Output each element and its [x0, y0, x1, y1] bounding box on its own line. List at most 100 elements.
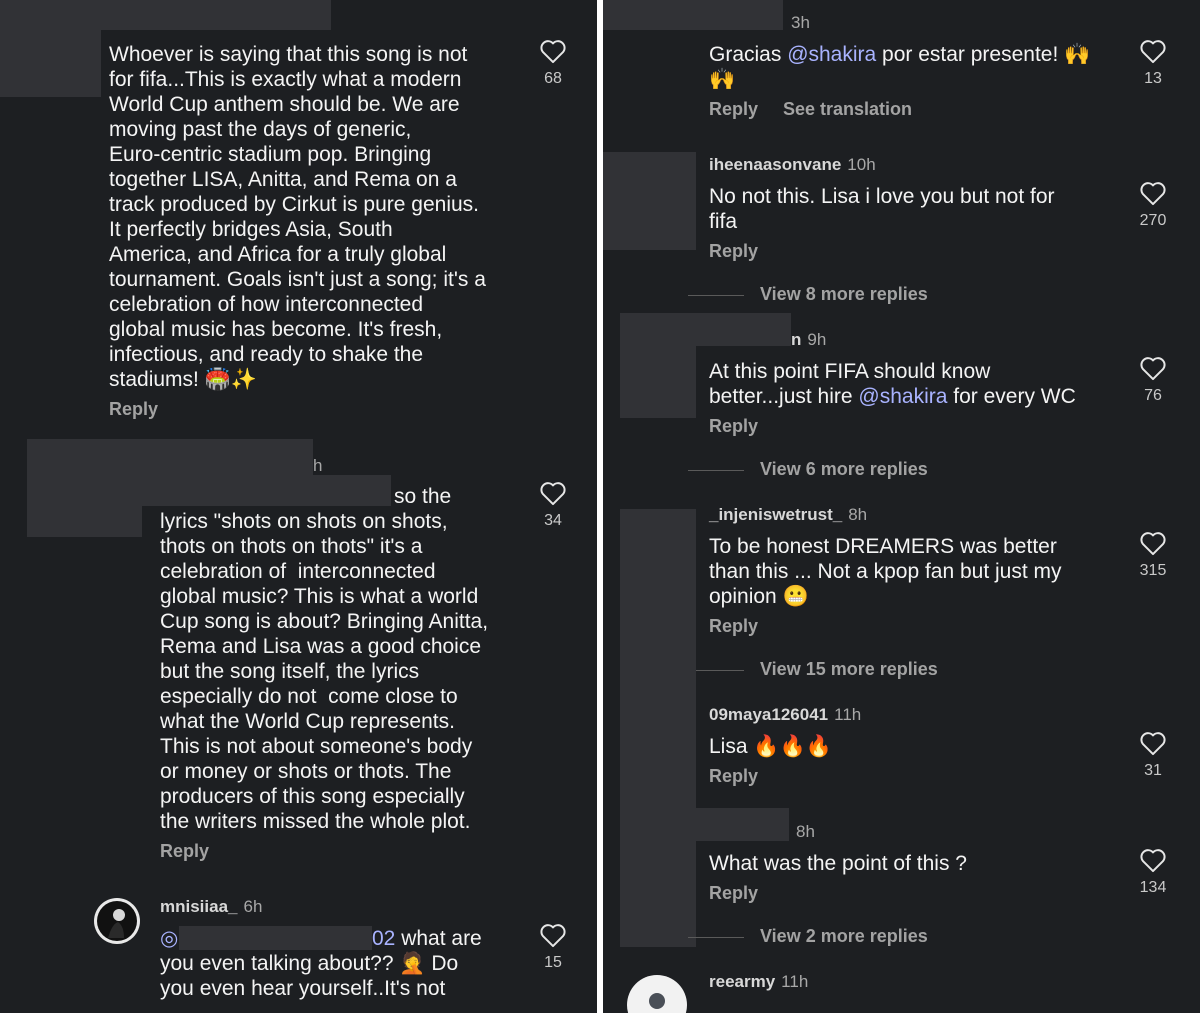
like-button[interactable]: 34: [533, 480, 573, 530]
comment-author: n 9h: [791, 330, 827, 349]
like-count: 31: [1144, 762, 1162, 779]
reply-button[interactable]: Reply: [709, 241, 758, 262]
comment-text: What was the point of this ?: [709, 852, 967, 875]
heart-icon: [540, 924, 566, 948]
redacted-username: [757, 0, 783, 30]
redacted-avatar: [0, 0, 101, 97]
avatar-image: [649, 993, 665, 1009]
comment-time: 8h: [796, 822, 815, 841]
redacted-avatar: [603, 152, 696, 250]
comment-line: for fifa...This is exactly what a modern: [109, 68, 462, 91]
comment-line: producers of this song especially: [160, 785, 465, 808]
heart-icon: [540, 40, 566, 64]
redacted-username: [142, 439, 313, 475]
comment-text: lyrics "shots on shots on shots, thots on…: [160, 509, 520, 834]
like-count: 34: [544, 512, 562, 529]
like-button[interactable]: 15: [533, 922, 573, 972]
view-more-replies[interactable]: View 15 more replies: [688, 659, 938, 680]
comment-text-first: so the: [394, 485, 452, 508]
left-comments-panel: Whoever is saying that this song is not f…: [0, 0, 597, 1013]
like-count: 15: [544, 954, 562, 971]
see-translation-button[interactable]: See translation: [783, 99, 912, 120]
view-more-replies[interactable]: View 6 more replies: [688, 459, 928, 480]
redacted-mention: [179, 926, 372, 950]
comment-text: At this point FIFA should know: [709, 360, 991, 383]
redacted-avatar: [620, 313, 696, 418]
like-count: 134: [1139, 879, 1167, 896]
comment-time: h: [313, 456, 323, 475]
comment-line: Cup song is about? Bringing Anitta,: [160, 610, 489, 633]
comment-line: America, and Africa for a truly global: [109, 243, 447, 266]
avatar[interactable]: [94, 898, 140, 944]
comment-line: the writers missed the whole plot.: [160, 810, 471, 833]
mention-icon: ◎: [160, 927, 179, 950]
like-button[interactable]: 270: [1133, 180, 1173, 230]
like-button[interactable]: 31: [1133, 730, 1173, 780]
avatar[interactable]: [627, 975, 687, 1013]
comment-text: opinion 😬: [709, 585, 809, 608]
comment-line: moving past the days of generic,: [109, 118, 412, 141]
comment-text: you even talking about?? 🤦 Do: [160, 952, 459, 975]
view-more-replies[interactable]: View 2 more replies: [688, 926, 928, 947]
reply-button[interactable]: Reply: [160, 841, 209, 862]
comment-line: This is not about someone's body: [160, 735, 473, 758]
comment-line: lyrics "shots on shots on shots,: [160, 510, 448, 533]
redacted-username: [696, 808, 789, 841]
comment-line: especially do not come close to: [160, 685, 458, 708]
comment-text: than this ... Not a kpop fan but just my: [709, 560, 1062, 583]
comment-line: Whoever is saying that this song is not: [109, 43, 468, 66]
comment-line: together LISA, Anitta, and Rema on a: [109, 168, 457, 191]
redacted-avatar: [620, 604, 696, 804]
reply-button[interactable]: Reply: [709, 416, 758, 437]
comment-line: global music? This is what a world: [160, 585, 479, 608]
comment-text: Gracias @shakira por estar presente! 🙌: [709, 43, 1091, 66]
comment-line: thots on thots on thots" it's a: [160, 535, 423, 558]
comment-line: It perfectly bridges Asia, South: [109, 218, 393, 241]
like-button[interactable]: 68: [533, 38, 573, 88]
like-button[interactable]: 315: [1133, 530, 1173, 580]
like-button[interactable]: 134: [1133, 847, 1173, 897]
comment-line: Rema and Lisa was a good choice: [160, 635, 482, 658]
comment-text: 🙌: [709, 68, 736, 91]
comment-text-first: 02 what are: [372, 927, 482, 950]
comment-line: infectious, and ready to shake the: [109, 343, 424, 366]
reply-button[interactable]: Reply: [709, 99, 758, 120]
heart-icon: [1140, 182, 1166, 206]
reply-button[interactable]: Reply: [709, 616, 758, 637]
reply-button[interactable]: Reply: [109, 399, 158, 420]
redacted-avatar: [27, 439, 142, 537]
like-button[interactable]: 13: [1133, 38, 1173, 88]
redacted-username: [101, 0, 331, 30]
redacted-mention: [142, 475, 391, 506]
avatar-image: [97, 901, 137, 941]
comment-text: better...just hire @shakira for every WC: [709, 385, 1076, 408]
view-more-replies[interactable]: View 8 more replies: [688, 284, 928, 305]
comment-text: you even hear yourself..It's not: [160, 977, 446, 1000]
redacted-username: [696, 313, 791, 346]
redacted-avatar: [620, 804, 696, 947]
comment-line: celebration of how interconnected: [109, 293, 424, 316]
reply-button[interactable]: Reply: [709, 766, 758, 787]
comment-text: To be honest DREAMERS was better: [709, 535, 1057, 558]
comment-author: _injeniswetrust_ 8h: [709, 505, 868, 524]
reply-button[interactable]: Reply: [709, 883, 758, 904]
redacted-avatar: [603, 0, 757, 30]
comment-line: World Cup anthem should be. We are: [109, 93, 460, 116]
comment-line: what the World Cup represents.: [160, 710, 455, 733]
comment-author: mnisiiaa_ 6h: [160, 897, 263, 916]
like-count: 13: [1144, 70, 1162, 87]
heart-icon: [1140, 532, 1166, 556]
heart-icon: [1140, 732, 1166, 756]
comment-author: 09maya126041 11h: [709, 705, 862, 724]
comment-line: global music has become. It's fresh,: [109, 318, 443, 341]
heart-icon: [1140, 849, 1166, 873]
like-button[interactable]: 76: [1133, 355, 1173, 405]
like-count: 270: [1139, 212, 1167, 229]
comment-line: or money or shots or thots. The: [160, 760, 452, 783]
redacted-avatar: [620, 509, 696, 604]
comment-text: No not this. Lisa i love you but not for: [709, 185, 1055, 208]
comment-time: 3h: [791, 13, 810, 32]
heart-icon: [1140, 357, 1166, 381]
comment-author: iheenaasonvane 10h: [709, 155, 876, 174]
comment-line: tournament. Goals isn't just a song; it'…: [109, 268, 486, 291]
